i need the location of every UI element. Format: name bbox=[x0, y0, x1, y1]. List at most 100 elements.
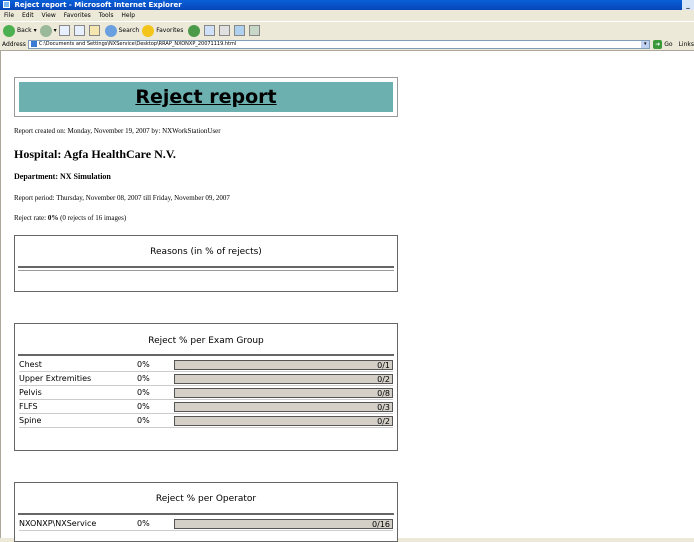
exam-row: FLFS 0% 0/3 bbox=[19, 401, 393, 414]
operator-rule bbox=[18, 513, 394, 515]
exam-row-percent: 0% bbox=[137, 374, 150, 383]
page-content: Reject report Report created on: Monday,… bbox=[0, 51, 694, 542]
report-title: Reject report bbox=[135, 86, 277, 108]
window-title: Reject report - Microsoft Internet Explo… bbox=[14, 1, 182, 9]
report-header-banner: Reject report bbox=[19, 82, 393, 112]
search-icon bbox=[104, 24, 117, 37]
home-icon[interactable] bbox=[88, 25, 100, 36]
exam-group-title: Reject % per Exam Group bbox=[148, 336, 264, 346]
exam-row-separator bbox=[19, 413, 393, 414]
reasons-panel: Reasons (in % of rejects) bbox=[14, 235, 398, 292]
messenger-icon[interactable] bbox=[249, 25, 261, 36]
favorites-button[interactable]: Favorites bbox=[142, 24, 184, 37]
stop-icon[interactable] bbox=[58, 25, 70, 36]
toolbar: Back ▾ ▾ Search Favorites bbox=[0, 21, 694, 39]
page-icon bbox=[30, 41, 37, 47]
exam-row-bar: 0/3 bbox=[174, 402, 393, 412]
edit-icon[interactable] bbox=[234, 25, 246, 36]
menu-favorites[interactable]: Favorites bbox=[64, 12, 91, 19]
exam-row-percent: 0% bbox=[137, 388, 150, 397]
exam-row-percent: 0% bbox=[137, 402, 150, 411]
exam-row: Spine 0% 0/2 bbox=[19, 415, 393, 428]
reject-rate-label: Reject rate: bbox=[14, 214, 48, 222]
forward-arrow-icon bbox=[39, 24, 52, 37]
forward-dropdown-icon[interactable]: ▾ bbox=[54, 27, 57, 34]
exam-row-percent: 0% bbox=[137, 416, 150, 425]
address-label: Address bbox=[2, 40, 26, 48]
report-header: Reject report bbox=[14, 77, 398, 117]
exam-row-label: Upper Extremities bbox=[19, 374, 92, 383]
menu-edit[interactable]: Edit bbox=[22, 12, 34, 19]
exam-row: Chest 0% 0/1 bbox=[19, 359, 393, 372]
exam-row-separator bbox=[19, 371, 393, 372]
exam-row-bar: 0/8 bbox=[174, 388, 393, 398]
window-titlebar: Reject report - Microsoft Internet Explo… bbox=[0, 0, 694, 10]
address-bar: Address C:\Documents and Settings\NXServ… bbox=[0, 38, 694, 51]
search-label: Search bbox=[118, 27, 140, 34]
menu-tools[interactable]: Tools bbox=[99, 12, 114, 19]
back-label: Back bbox=[17, 27, 32, 34]
exam-row-percent: 0% bbox=[137, 360, 150, 369]
reject-rate: Reject rate: 0% (0 rejects of 16 images) bbox=[14, 214, 126, 222]
exam-row-label: Chest bbox=[19, 360, 42, 369]
reasons-title: Reasons (in % of rejects) bbox=[150, 247, 262, 257]
exam-group-rule bbox=[18, 354, 394, 356]
menu-bar: File Edit View Favorites Tools Help bbox=[0, 10, 694, 21]
print-icon[interactable] bbox=[219, 25, 231, 36]
report-period: Report period: Thursday, November 08, 20… bbox=[14, 194, 230, 202]
exam-row-separator bbox=[19, 399, 393, 400]
exam-row: Upper Extremities 0% 0/2 bbox=[19, 373, 393, 386]
history-icon[interactable] bbox=[188, 24, 201, 37]
exam-row: Pelvis 0% 0/8 bbox=[19, 387, 393, 400]
operator-row-percent: 0% bbox=[137, 519, 150, 528]
report-department: Department: NX Simulation bbox=[14, 172, 111, 181]
go-label: Go bbox=[664, 40, 673, 48]
exam-row-ratio: 0/3 bbox=[377, 403, 390, 412]
forward-button[interactable]: ▾ bbox=[39, 24, 57, 37]
menu-file[interactable]: File bbox=[4, 12, 14, 19]
report-created: Report created on: Monday, November 19, … bbox=[14, 127, 221, 135]
exam-row-ratio: 0/2 bbox=[377, 375, 390, 384]
go-button[interactable]: ➜ Go bbox=[653, 39, 673, 49]
operator-row-label: NXONXP\NXService bbox=[19, 519, 97, 528]
exam-row-bar: 0/1 bbox=[174, 360, 393, 370]
reject-rate-value: 0% bbox=[47, 214, 59, 222]
exam-row-ratio: 0/8 bbox=[377, 389, 390, 398]
go-arrow-icon: ➜ bbox=[653, 39, 663, 49]
exam-row-label: FLFS bbox=[19, 402, 38, 411]
exam-row-separator bbox=[19, 427, 393, 428]
exam-row-bar: 0/2 bbox=[174, 374, 393, 384]
minimize-button[interactable]: _ bbox=[682, 0, 694, 10]
address-dropdown-icon[interactable]: ▾ bbox=[641, 40, 650, 48]
reasons-rule bbox=[18, 266, 394, 268]
back-button[interactable]: Back ▾ bbox=[3, 24, 37, 37]
back-dropdown-icon[interactable]: ▾ bbox=[34, 27, 37, 34]
operator-row-separator bbox=[19, 530, 393, 531]
exam-row-label: Spine bbox=[19, 416, 42, 425]
exam-row-ratio: 0/1 bbox=[377, 361, 390, 370]
star-icon bbox=[142, 24, 155, 37]
operator-row-ratio: 0/16 bbox=[372, 520, 390, 529]
exam-row-bar: 0/2 bbox=[174, 416, 393, 426]
reject-rate-detail: (0 rejects of 16 images) bbox=[58, 214, 127, 222]
refresh-icon[interactable] bbox=[73, 25, 85, 36]
operator-row-bar: 0/16 bbox=[174, 519, 393, 529]
menu-help[interactable]: Help bbox=[121, 12, 135, 19]
favorites-label: Favorites bbox=[156, 27, 184, 34]
exam-row-separator bbox=[19, 385, 393, 386]
search-button[interactable]: Search bbox=[104, 24, 140, 37]
links-button[interactable]: Links bbox=[679, 41, 694, 48]
address-input[interactable]: C:\Documents and Settings\NXService\Desk… bbox=[27, 39, 651, 49]
address-url: C:\Documents and Settings\NXService\Desk… bbox=[38, 41, 237, 47]
operator-title: Reject % per Operator bbox=[155, 494, 257, 504]
operator-row: NXONXP\NXService 0% 0/16 bbox=[19, 518, 393, 531]
menu-view[interactable]: View bbox=[42, 12, 56, 19]
exam-row-ratio: 0/2 bbox=[377, 417, 390, 426]
report-hospital: Hospital: Agfa HealthCare N.V. bbox=[14, 147, 176, 161]
mail-icon[interactable] bbox=[204, 25, 216, 36]
operator-panel: Reject % per Operator NXONXP\NXService 0%… bbox=[14, 482, 398, 542]
ie-icon bbox=[3, 1, 10, 8]
back-arrow-icon bbox=[3, 24, 15, 37]
exam-row-label: Pelvis bbox=[19, 388, 42, 397]
exam-group-panel: Reject % per Exam Group Chest 0% 0/1 Upper … bbox=[14, 323, 398, 451]
